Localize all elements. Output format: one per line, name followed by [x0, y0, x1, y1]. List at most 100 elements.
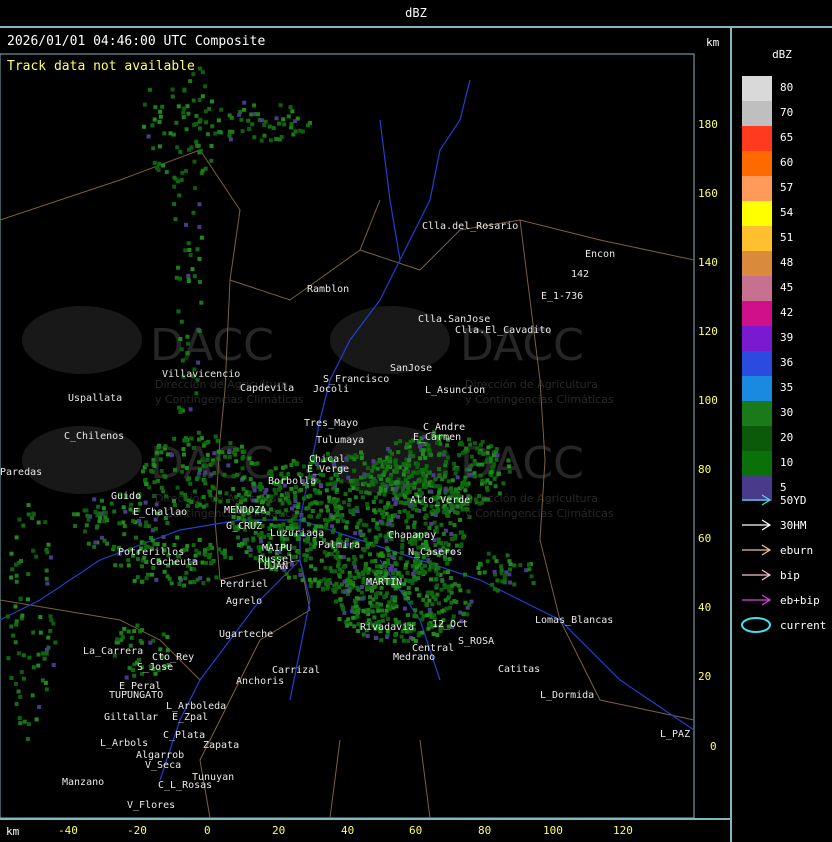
place-label: Clla.SanJose — [418, 314, 490, 325]
place-label: Rivadavia — [360, 622, 414, 633]
y-axis-unit-label: km — [706, 36, 720, 49]
track-legend-item: current — [740, 617, 826, 637]
legend-swatch — [742, 176, 772, 201]
legend-value: 51 — [780, 231, 794, 244]
place-label: MARTIN — [366, 577, 402, 588]
legend-value: 70 — [780, 106, 794, 119]
axis-divider — [0, 818, 730, 820]
place-label: S_ROSA — [458, 636, 494, 647]
x-tick-label: 100 — [543, 824, 563, 837]
place-label: Anchoris — [236, 676, 284, 687]
place-label: L_PAZ — [660, 729, 690, 740]
place-label: Central — [412, 643, 454, 654]
y-tick-label: 100 — [698, 394, 718, 407]
place-label: S_Jose — [137, 662, 173, 673]
legend-swatch — [742, 101, 772, 126]
y-tick-label: 160 — [698, 187, 718, 200]
legend-value: 5 — [780, 481, 787, 494]
legend-value: 48 — [780, 256, 794, 269]
arrow-icon — [742, 544, 772, 556]
radar-map[interactable]: DACC Dirección de Agricultura y Continge… — [0, 28, 730, 842]
window-title-bar: dBZ — [0, 0, 832, 28]
place-label: Capdevila — [240, 383, 294, 394]
x-tick-label: 0 — [204, 824, 211, 837]
place-label: Paredas — [0, 467, 42, 478]
legend-swatch — [742, 451, 772, 476]
place-label: Clla.El_Cavadito — [455, 325, 551, 336]
y-tick-label: 140 — [698, 256, 718, 269]
track-legend-label: 30HM — [780, 519, 807, 532]
legend-value: 10 — [780, 456, 794, 469]
legend-swatch — [742, 426, 772, 451]
place-label: Ramblon — [307, 284, 349, 295]
place-label: L_Asuncion — [425, 385, 485, 396]
radar-map-canvas[interactable]: DACC Dirección de Agricultura y Continge… — [0, 28, 730, 842]
track-status-label: Track data not available — [7, 59, 195, 74]
place-label: E_Carmen — [413, 432, 461, 443]
place-label: Zapata — [203, 740, 239, 751]
place-label: SanJose — [390, 363, 432, 374]
legend-swatch — [742, 126, 772, 151]
place-label: Perdriel — [220, 579, 268, 590]
legend-swatch — [742, 201, 772, 226]
window-title: dBZ — [405, 6, 427, 20]
legend-value: 45 — [780, 281, 794, 294]
svg-text:y Contingencias Climáticas: y Contingencias Climáticas — [465, 507, 614, 520]
place-label: MAIPU — [262, 543, 292, 554]
place-label: L_Dormida — [540, 690, 594, 701]
legend-value: 36 — [780, 356, 794, 369]
place-label: LUJAN — [258, 561, 288, 572]
x-tick-label: 120 — [613, 824, 633, 837]
place-label: Tres_Mayo — [304, 418, 358, 429]
place-label: Palmira — [318, 540, 360, 551]
y-tick-label: 120 — [698, 325, 718, 338]
place-label: Cacheuta — [150, 557, 198, 568]
place-label: Carrizal — [272, 665, 320, 676]
place-label: Uspallata — [68, 393, 122, 404]
legend-title: dBZ — [772, 48, 792, 61]
svg-text:DACC: DACC — [150, 320, 274, 371]
place-label: Clla.del_Rosario — [422, 221, 518, 232]
place-label: Catitas — [498, 664, 540, 675]
place-label: N_Caseros — [408, 547, 462, 558]
place-label: C_L_Rosas — [158, 780, 212, 791]
place-label: La_Carrera — [83, 646, 143, 657]
place-label: Alto_Verde — [410, 495, 470, 506]
place-label: Giltallar — [104, 712, 158, 723]
place-label: Lomas_Blancas — [535, 615, 613, 626]
svg-text:y Contingencias Climáticas: y Contingencias Climáticas — [465, 393, 614, 406]
legend-swatch — [742, 301, 772, 326]
track-legend-item: eb+bip — [740, 592, 820, 612]
legend-value: 20 — [780, 431, 794, 444]
track-legend-item: 30HM — [740, 517, 807, 537]
place-label: 142 — [571, 269, 589, 280]
place-label: Guido — [111, 491, 141, 502]
y-tick-label: 80 — [698, 463, 712, 476]
legend-swatch — [742, 401, 772, 426]
track-legend-label: eburn — [780, 544, 814, 557]
place-label: L_Arbols — [100, 738, 148, 749]
legend-value: 57 — [780, 181, 794, 194]
x-tick-label: 40 — [341, 824, 355, 837]
place-label: L_Arboleda — [166, 701, 226, 712]
legend-swatch — [742, 326, 772, 351]
ellipse-icon — [741, 617, 771, 633]
track-legend-item: eburn — [740, 542, 813, 562]
track-legend-item: bip — [740, 567, 800, 587]
x-tick-label: 20 — [272, 824, 286, 837]
legend-value: 42 — [780, 306, 794, 319]
legend-value: 39 — [780, 331, 794, 344]
place-label: V_Flores — [127, 800, 175, 811]
x-tick-label: -40 — [58, 824, 78, 837]
svg-text:y Contingencias Climáticas: y Contingencias Climáticas — [155, 393, 304, 406]
y-tick-label: 0 — [710, 740, 717, 753]
legend-swatch — [742, 76, 772, 101]
track-legend-label: eb+bip — [780, 594, 820, 607]
arrow-icon — [742, 569, 772, 581]
place-label: C_Andre — [423, 422, 465, 433]
x-tick-label: 80 — [478, 824, 492, 837]
legend-panel: dBZ 80 70 65 60 57 54 51 48 45 42 39 36 35 30 20 10 5 50… — [732, 30, 832, 842]
y-tick-label: 40 — [698, 601, 712, 614]
arrow-icon — [742, 494, 772, 506]
place-label: TUPUNGATO — [109, 690, 163, 701]
